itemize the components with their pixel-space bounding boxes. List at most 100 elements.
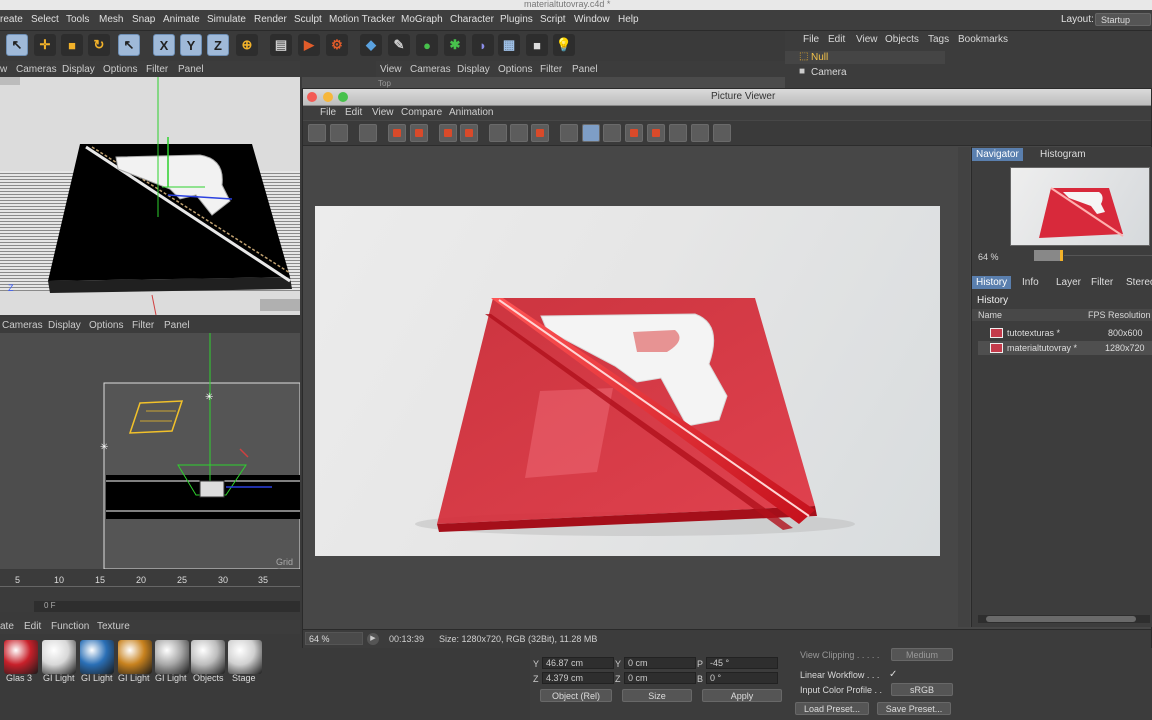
- menu-character[interactable]: Character: [450, 14, 494, 25]
- material-swatch[interactable]: [155, 640, 189, 674]
- mm-menu-texture[interactable]: Texture: [97, 621, 130, 632]
- open-icon[interactable]: [308, 124, 326, 142]
- pen-icon[interactable]: ✎: [388, 34, 410, 56]
- p-rotation-field[interactable]: -45 °: [706, 657, 778, 669]
- menu-help[interactable]: Help: [618, 14, 639, 25]
- split-view-icon[interactable]: [560, 124, 578, 142]
- zoom-slider-handle[interactable]: [1060, 250, 1063, 261]
- tab-navigator[interactable]: Navigator: [972, 148, 1023, 161]
- z-axis-icon[interactable]: Z: [207, 34, 229, 56]
- cloner-icon[interactable]: ✱: [444, 34, 466, 56]
- mm-menu-edit[interactable]: Edit: [24, 621, 41, 632]
- vp2-menu-panel[interactable]: Panel: [572, 64, 598, 75]
- zoom-slider[interactable]: [1034, 250, 1060, 261]
- render-region-icon[interactable]: [388, 124, 406, 142]
- om-menu-view[interactable]: View: [856, 34, 878, 45]
- coordinate-system-icon[interactable]: ⊕: [236, 34, 258, 56]
- menu-tools[interactable]: Tools: [66, 14, 89, 25]
- render-settings-icon[interactable]: ⚙: [326, 34, 348, 56]
- y-position-field[interactable]: 46.87 cm: [542, 657, 614, 669]
- vp1-menu-view[interactable]: w: [0, 64, 7, 75]
- col-name[interactable]: Name: [978, 310, 1002, 320]
- menu-window[interactable]: Window: [574, 14, 610, 25]
- set-b-icon[interactable]: [647, 124, 665, 142]
- vp3-menu-display[interactable]: Display: [48, 320, 81, 331]
- scale-icon[interactable]: ■: [61, 34, 83, 56]
- layout-select[interactable]: Startup: [1095, 13, 1151, 26]
- vp2-menu-options[interactable]: Options: [498, 64, 532, 75]
- om-menu-file[interactable]: File: [803, 34, 819, 45]
- menu-snap[interactable]: Snap: [132, 14, 155, 25]
- apply-button[interactable]: Apply: [702, 689, 782, 702]
- vp3-menu-filter[interactable]: Filter: [132, 320, 154, 331]
- difference-icon[interactable]: [691, 124, 709, 142]
- viewport-side[interactable]: ✳ ✳ Grid S: [0, 333, 300, 569]
- light-icon[interactable]: 💡: [553, 34, 575, 56]
- pv-divider[interactable]: [958, 147, 970, 627]
- vp1-menu-cameras[interactable]: Cameras: [16, 64, 57, 75]
- frame-field[interactable]: 0 F: [34, 601, 300, 612]
- view-clipping-select[interactable]: Medium: [891, 648, 953, 661]
- material-swatch[interactable]: [228, 640, 262, 674]
- menu-plugins[interactable]: Plugins: [500, 14, 533, 25]
- render-picture-viewer-icon[interactable]: ▶: [298, 34, 320, 56]
- floor-icon[interactable]: ▦: [498, 34, 520, 56]
- move-icon[interactable]: ✛: [34, 34, 56, 56]
- pv-menu-animation[interactable]: Animation: [449, 107, 493, 118]
- menu-select[interactable]: Select: [31, 14, 59, 25]
- material-swatch[interactable]: [118, 640, 152, 674]
- load-preset-button[interactable]: Load Preset...: [795, 702, 869, 715]
- live-selection-icon[interactable]: ↖: [6, 34, 28, 56]
- frame-b-icon[interactable]: [510, 124, 528, 142]
- om-row-camera[interactable]: ■ Camera: [785, 66, 945, 79]
- pv-menu-compare[interactable]: Compare: [401, 107, 442, 118]
- vp3-menu-options[interactable]: Options: [89, 320, 123, 331]
- play-icon[interactable]: ▶: [367, 633, 379, 645]
- ab-swap-icon[interactable]: [460, 124, 478, 142]
- om-menu-edit[interactable]: Edit: [828, 34, 845, 45]
- size-mode-select[interactable]: Size: [622, 689, 692, 702]
- mm-menu-function[interactable]: Function: [51, 621, 89, 632]
- deformer-icon[interactable]: ◗: [472, 34, 494, 56]
- tab-histogram[interactable]: Histogram: [1036, 148, 1090, 161]
- zoom-window-icon[interactable]: [338, 92, 348, 102]
- camera-icon[interactable]: ■: [526, 34, 548, 56]
- y-axis-icon[interactable]: Y: [180, 34, 202, 56]
- stop-render-icon[interactable]: [410, 124, 428, 142]
- vp1-menu-panel[interactable]: Panel: [178, 64, 204, 75]
- navigator-thumbnail[interactable]: [1010, 167, 1150, 246]
- menu-script[interactable]: Script: [540, 14, 566, 25]
- ab-compare-icon[interactable]: [439, 124, 457, 142]
- rendered-image[interactable]: [315, 206, 940, 556]
- menu-sculpt[interactable]: Sculpt: [294, 14, 322, 25]
- om-menu-tags[interactable]: Tags: [928, 34, 949, 45]
- om-menu-objects[interactable]: Objects: [885, 34, 919, 45]
- linear-workflow-checkbox[interactable]: ✓: [889, 669, 897, 680]
- pv-menu-view[interactable]: View: [372, 107, 394, 118]
- subdivision-icon[interactable]: ●: [416, 34, 438, 56]
- input-color-profile-select[interactable]: sRGB: [891, 683, 953, 696]
- render-view-icon[interactable]: ▤: [270, 34, 292, 56]
- menu-animate[interactable]: Animate: [163, 14, 200, 25]
- material-swatch[interactable]: [191, 640, 225, 674]
- cube-icon[interactable]: ◆: [360, 34, 382, 56]
- last-tool-icon[interactable]: ↖: [118, 34, 140, 56]
- vp1-menu-options[interactable]: Options: [103, 64, 137, 75]
- minimize-icon[interactable]: [323, 92, 333, 102]
- zoom-select[interactable]: 64 %: [305, 632, 363, 645]
- vp2-menu-display[interactable]: Display: [457, 64, 490, 75]
- b-rotation-field[interactable]: 0 °: [706, 672, 778, 684]
- tab-layer[interactable]: Layer: [1052, 276, 1085, 289]
- history-row[interactable]: tutotexturas * 800x600: [978, 326, 1152, 340]
- history-row[interactable]: materialtutovray * 1280x720: [978, 341, 1152, 355]
- material-swatch[interactable]: [42, 640, 76, 674]
- material-swatch[interactable]: [80, 640, 114, 674]
- y-size-field[interactable]: 0 cm: [624, 657, 696, 669]
- tab-stereo[interactable]: Stereo: [1122, 276, 1152, 289]
- set-a-icon[interactable]: [625, 124, 643, 142]
- tab-info[interactable]: Info: [1018, 276, 1043, 289]
- menu-mograph[interactable]: MoGraph: [401, 14, 443, 25]
- rotate-icon[interactable]: ↻: [88, 34, 110, 56]
- om-row-null[interactable]: ⬚ Null: [785, 51, 945, 64]
- tab-history[interactable]: History: [972, 276, 1012, 289]
